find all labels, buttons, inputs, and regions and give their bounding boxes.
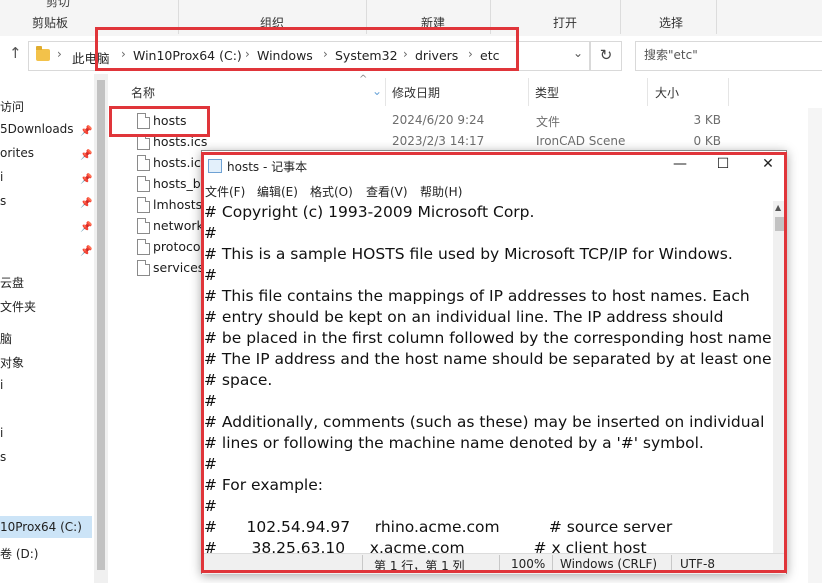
nav-item[interactable]: s: [0, 194, 6, 208]
column-header-row: ^ 名称 ⌄ 修改日期 类型 大小: [109, 74, 809, 108]
pin-icon: 📌: [80, 174, 93, 185]
column-header-modified[interactable]: 修改日期: [392, 84, 440, 101]
nav-scrollbar-thumb[interactable]: [97, 80, 105, 570]
file-modified: 2023/2/3 14:17: [392, 134, 485, 148]
file-name[interactable]: network: [153, 218, 204, 233]
cut-label[interactable]: 剪切: [46, 0, 70, 10]
ribbon-group-select: 选择: [659, 16, 684, 30]
file-size: 3 KB: [693, 113, 721, 127]
column-header-type[interactable]: 类型: [535, 84, 559, 101]
pin-icon: 📌: [80, 198, 93, 209]
chevron-right-icon[interactable]: ›: [57, 47, 62, 61]
highlight-frame-notepad: [201, 152, 787, 573]
ribbon-separator: [620, 0, 621, 34]
pin-icon: 📌: [80, 150, 93, 161]
nav-item-folder[interactable]: 文件夹: [0, 298, 36, 315]
column-divider[interactable]: [647, 78, 648, 106]
refresh-button[interactable]: ↻: [590, 41, 622, 71]
ribbon-group-clipboard: 剪贴板: [32, 16, 69, 30]
file-icon: [137, 155, 150, 171]
pin-icon: 📌: [80, 126, 93, 137]
nav-item-3d-objects[interactable]: 对象: [0, 354, 24, 371]
pin-icon: 📌: [80, 222, 93, 233]
file-name[interactable]: hosts_b: [153, 176, 201, 191]
ribbon-group-open: 打开: [553, 16, 578, 30]
column-divider[interactable]: [385, 78, 386, 106]
refresh-icon: ↻: [599, 46, 613, 64]
nav-scrollbar[interactable]: [94, 74, 108, 583]
pin-icon: 📌: [80, 246, 93, 257]
nav-item-computer[interactable]: 脑: [0, 330, 12, 347]
file-icon: [137, 176, 150, 192]
file-size: 0 KB: [693, 134, 721, 148]
nav-item-favorites[interactable]: orites: [0, 146, 34, 160]
highlight-frame-hosts: [109, 106, 210, 137]
file-name[interactable]: services: [153, 260, 204, 275]
file-icon: [137, 218, 150, 234]
file-row[interactable]: hosts 2024/6/20 9:24 文件 3 KB: [109, 111, 822, 132]
chevron-down-icon[interactable]: ⌄: [573, 46, 583, 60]
nav-item-drive-d[interactable]: 卷 (D:): [0, 545, 38, 562]
folder-icon: [36, 46, 50, 61]
nav-item[interactable]: i: [0, 426, 3, 440]
file-type: 文件: [536, 115, 561, 129]
nav-item-downloads[interactable]: 5Downloads: [0, 122, 74, 136]
search-box[interactable]: [635, 41, 822, 71]
file-icon: [137, 239, 150, 255]
file-name[interactable]: hosts.ics: [153, 155, 207, 170]
nav-item[interactable]: s: [0, 450, 6, 464]
search-input[interactable]: [644, 47, 814, 63]
file-type: IronCAD Scene: [536, 134, 626, 148]
nav-item-cloud-drive[interactable]: 云盘: [0, 274, 24, 291]
ribbon-separator: [716, 0, 717, 34]
column-header-size[interactable]: 大小: [655, 84, 679, 101]
nav-item[interactable]: i: [0, 170, 3, 184]
file-name[interactable]: lmhosts: [153, 197, 202, 212]
chevron-down-icon[interactable]: ⌄: [372, 84, 382, 98]
file-icon: [137, 260, 150, 276]
file-modified: 2024/6/20 9:24: [392, 113, 485, 127]
column-divider[interactable]: [728, 78, 729, 106]
highlight-frame-path: [95, 27, 519, 71]
column-header-name[interactable]: 名称: [131, 84, 155, 101]
file-icon: [137, 197, 150, 213]
nav-item[interactable]: i: [0, 378, 3, 392]
up-arrow-icon[interactable]: ↑: [9, 44, 22, 62]
file-name[interactable]: protoco: [153, 239, 201, 254]
file-list-scrollbar[interactable]: [808, 108, 822, 583]
nav-item-drive-c[interactable]: 10Prox64 (C:): [0, 520, 82, 534]
navigation-pane: 访问 5Downloads 📌 orites 📌 i 📌 s 📌 📌 📌 云盘 …: [0, 74, 108, 583]
sort-up-icon: ^: [359, 74, 368, 85]
column-divider[interactable]: [528, 78, 529, 106]
nav-item-quick-access[interactable]: 访问: [0, 98, 24, 115]
